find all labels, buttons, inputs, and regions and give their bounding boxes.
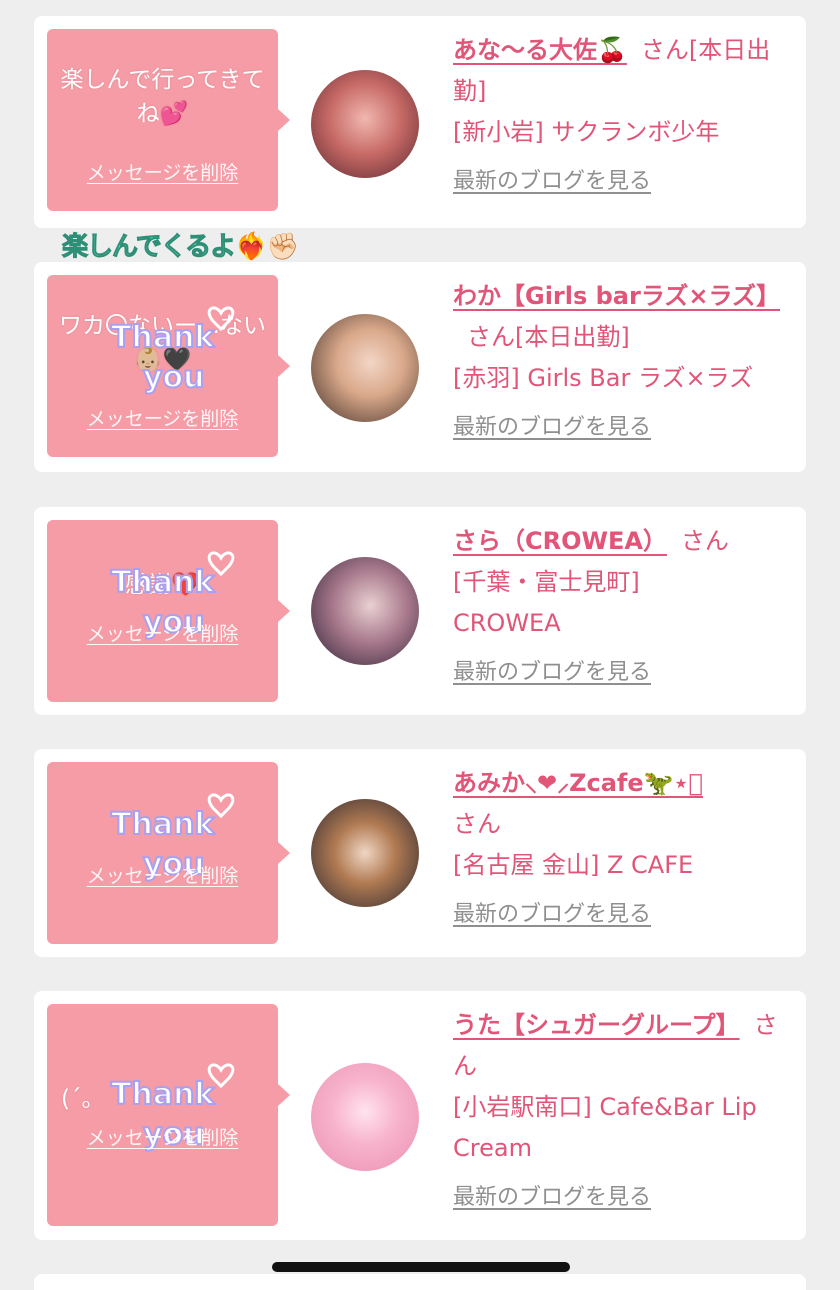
avatar[interactable] xyxy=(311,314,419,422)
cast-info: わか【Girls barラズ×ラズ】さん[本日出勤] [赤羽] Girls Ba… xyxy=(453,276,788,441)
latest-blog-link[interactable]: 最新のブログを見る xyxy=(453,896,651,928)
cast-info: うた【シュガーグループ】 さん [小岩駅南口] Cafe&Bar Lip Crea… xyxy=(453,1005,788,1211)
delete-message-link[interactable]: メッセージを削除 xyxy=(47,158,278,185)
cast-name-link[interactable]: わか【Girls barラズ×ラズ】 xyxy=(453,282,780,310)
svg-text:Thank: Thank xyxy=(111,807,215,842)
cast-name-link[interactable]: うた【シュガーグループ】 xyxy=(453,1011,740,1039)
message-card: Thank you メッセージを削除 あみか⸜❤︎⸝Zcafe🦖⋆͛ さん [名古… xyxy=(34,749,806,957)
message-text: ワカ〇ないー…ない👶🏼🖤 xyxy=(59,313,266,373)
shop-text: [千葉・富士見町] CROWEA xyxy=(453,568,640,637)
message-bubble: 感謝❤️ Thank you メッセージを削除 xyxy=(47,520,290,702)
shop-text: [新小岩] サクランボ少年 xyxy=(453,118,720,146)
cast-name-link[interactable]: あな〜る大佐🍒 xyxy=(453,36,627,64)
latest-blog-link[interactable]: 最新のブログを見る xyxy=(453,409,651,441)
avatar[interactable] xyxy=(311,557,419,665)
message-text: 感謝❤️ xyxy=(125,572,200,598)
cast-info: あみか⸜❤︎⸝Zcafe🦖⋆͛ さん [名古屋 金山] Z CAFE 最新のブログ… xyxy=(453,763,788,928)
avatar[interactable] xyxy=(311,799,419,907)
message-card: (´。 Thank you メッセージを削除 うた【シュガーグループ】 さん [小… xyxy=(34,991,806,1240)
avatar[interactable] xyxy=(311,1063,419,1171)
avatar[interactable] xyxy=(311,70,419,178)
message-text: 楽しんで行ってきてね💕 xyxy=(60,67,265,127)
shop-text: [赤羽] Girls Bar ラズ×ラズ xyxy=(453,364,754,392)
cast-name-link[interactable]: あみか⸜❤︎⸝Zcafe🦖⋆͛ xyxy=(453,769,703,797)
honorific: さん xyxy=(453,810,501,838)
shop-text: [小岩駅南口] Cafe&Bar Lip Cream xyxy=(453,1093,757,1162)
latest-blog-link[interactable]: 最新のブログを見る xyxy=(453,1179,651,1211)
shop-text: [名古屋 金山] Z CAFE xyxy=(453,851,694,879)
message-card xyxy=(34,1274,806,1290)
latest-blog-link[interactable]: 最新のブログを見る xyxy=(453,654,651,686)
message-bubble: ワカ〇ないー…ない👶🏼🖤 Thank you メッセージを削除 xyxy=(47,275,290,457)
message-bubble: 楽しんで行ってきてね💕 メッセージを削除 xyxy=(47,29,290,211)
delete-message-link[interactable]: メッセージを削除 xyxy=(47,1123,278,1150)
message-card: 楽しんで行ってきてね💕 メッセージを削除 あな〜る大佐🍒 さん[本日出勤] [新小… xyxy=(34,16,806,228)
delete-message-link[interactable]: メッセージを削除 xyxy=(47,404,278,431)
message-card: ワカ〇ないー…ない👶🏼🖤 Thank you メッセージを削除 わか【Girls… xyxy=(34,262,806,472)
sticker-overlay: 楽しんでくるよ❤️‍🔥✊🏻 xyxy=(62,232,300,263)
cast-info: あな〜る大佐🍒 さん[本日出勤] [新小岩] サクランボ少年 最新のブログを見る xyxy=(453,30,788,195)
cast-name-link[interactable]: さら（CROWEA） xyxy=(453,527,667,555)
cast-info: さら（CROWEA） さん [千葉・富士見町] CROWEA 最新のブログを見る xyxy=(453,521,788,686)
honorific: さん xyxy=(680,527,729,555)
message-bubble: Thank you メッセージを削除 xyxy=(47,762,290,944)
message-card: 感謝❤️ Thank you メッセージを削除 さら（CROWEA） さん [千葉… xyxy=(34,507,806,715)
status-text: [本日出勤] xyxy=(515,323,630,351)
honorific: さん xyxy=(640,36,689,64)
latest-blog-link[interactable]: 最新のブログを見る xyxy=(453,163,651,195)
message-bubble: (´。 Thank you メッセージを削除 xyxy=(47,1004,290,1226)
delete-message-link[interactable]: メッセージを削除 xyxy=(47,619,278,646)
message-text: (´。 xyxy=(61,1086,105,1112)
delete-message-link[interactable]: メッセージを削除 xyxy=(47,861,278,888)
home-indicator[interactable] xyxy=(272,1262,570,1272)
honorific: さん xyxy=(467,323,515,351)
